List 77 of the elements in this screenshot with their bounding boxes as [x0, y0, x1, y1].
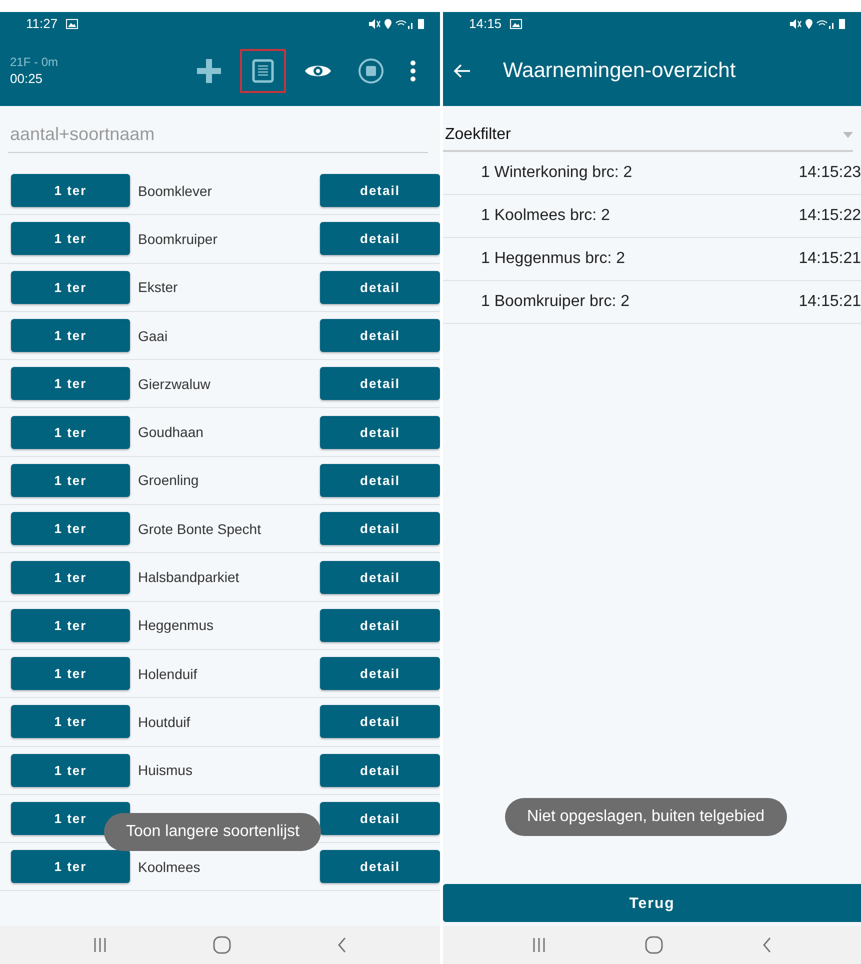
detail-button[interactable]: detail — [320, 270, 440, 304]
recent-apps-icon[interactable] — [93, 937, 107, 953]
count-button[interactable]: 1 ter — [11, 560, 130, 594]
species-name: Huismus — [137, 762, 194, 778]
species-name: Heggenmus — [137, 617, 214, 634]
observation-time: 14:15:21 — [798, 293, 861, 311]
home-icon[interactable] — [213, 936, 231, 954]
detail-button[interactable]: detail — [320, 705, 440, 738]
observation-text: 1 Winterkoning brc: 2 — [481, 164, 632, 182]
status-time: 14:15 — [469, 16, 502, 31]
species-name: Halsbandparkiet — [137, 569, 240, 586]
stop-icon[interactable] — [358, 58, 384, 84]
detail-button[interactable]: detail — [320, 367, 440, 400]
detail-button[interactable]: detail — [320, 512, 440, 546]
home-icon[interactable] — [644, 936, 663, 954]
plus-icon[interactable] — [196, 58, 222, 84]
filter-dropdown[interactable]: Zoekfilter — [443, 118, 853, 152]
more-icon[interactable] — [410, 60, 416, 82]
count-button[interactable]: 1 ter — [11, 367, 130, 400]
status-time: 11:27 — [26, 16, 58, 31]
back-icon[interactable] — [337, 937, 347, 953]
count-button[interactable]: 1 ter — [11, 512, 130, 546]
species-name: Boomklever — [137, 182, 213, 199]
session-label: 21F - 0m — [10, 55, 58, 69]
count-button[interactable]: 1 ter — [11, 174, 130, 208]
observation-text: 1 Heggenmus brc: 2 — [481, 250, 626, 268]
detail-button[interactable]: detail — [320, 802, 440, 835]
list-icon[interactable] — [252, 58, 274, 82]
species-name: Ekster — [137, 279, 179, 296]
recent-apps-icon[interactable] — [532, 937, 546, 953]
count-button[interactable]: 1 ter — [11, 754, 130, 787]
search-field[interactable]: aantal+soortnaam — [8, 116, 428, 153]
screen-title: Waarnemingen-overzicht — [503, 58, 736, 82]
detail-button[interactable]: detail — [320, 222, 440, 256]
observation-time: 14:15:23 — [798, 164, 861, 182]
count-button[interactable]: 1 ter — [11, 705, 130, 738]
count-button[interactable]: 1 ter — [11, 657, 130, 690]
detail-button[interactable]: detail — [320, 464, 440, 497]
observation-time: 14:15:21 — [798, 250, 861, 268]
species-name: Gaai — [137, 328, 169, 344]
dropdown-caret-icon — [843, 132, 853, 138]
detail-button[interactable]: detail — [320, 754, 440, 787]
detail-button[interactable]: detail — [320, 850, 440, 884]
back-icon[interactable] — [762, 937, 772, 953]
back-arrow-icon[interactable] — [453, 62, 471, 78]
detail-button[interactable]: detail — [320, 174, 440, 208]
species-name: Goudhaan — [137, 424, 204, 440]
species-name: Koolmees — [137, 858, 202, 875]
species-name: Groenling — [137, 472, 200, 488]
image-icon — [510, 18, 522, 28]
count-button[interactable]: 1 ter — [11, 464, 130, 497]
species-name: Boomkruiper — [137, 230, 218, 247]
count-button[interactable]: 1 ter — [11, 416, 130, 449]
message-toast: Niet opgeslagen, buiten telgebied — [505, 798, 787, 836]
observation-text: 1 Koolmees brc: 2 — [481, 207, 610, 225]
observation-text: 1 Boomkruiper brc: 2 — [481, 293, 630, 311]
timer: 00:25 — [10, 71, 44, 86]
status-icons-drawing — [368, 18, 426, 30]
count-button[interactable]: 1 ter — [11, 850, 130, 884]
status-icons-drawing — [789, 18, 847, 30]
detail-button[interactable]: detail — [320, 657, 440, 690]
species-name: Grote Bonte Specht — [137, 520, 262, 537]
species-name: Houtduif — [137, 714, 192, 730]
image-icon — [66, 18, 78, 28]
observation-time: 14:15:22 — [798, 207, 861, 225]
count-button[interactable]: 1 ter — [11, 222, 130, 256]
back-button[interactable]: Terug — [443, 884, 861, 922]
detail-button[interactable]: detail — [320, 416, 440, 449]
message-toast: Toon langere soortenlijst — [104, 813, 322, 851]
count-button[interactable]: 1 ter — [11, 608, 130, 642]
detail-button[interactable]: detail — [320, 560, 440, 594]
count-button[interactable]: 1 ter — [11, 319, 130, 352]
detail-button[interactable]: detail — [320, 608, 440, 642]
detail-button[interactable]: detail — [320, 319, 440, 352]
species-name: Holenduif — [137, 666, 198, 682]
count-button[interactable]: 1 ter — [11, 270, 130, 304]
species-name: Gierzwaluw — [137, 376, 212, 392]
